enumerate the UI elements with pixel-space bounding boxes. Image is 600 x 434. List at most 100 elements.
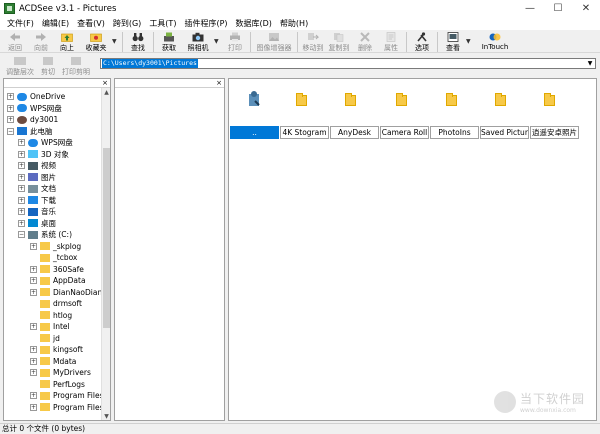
up-button[interactable]: 向上: [54, 31, 80, 53]
file-item-parent[interactable]: ..: [230, 126, 279, 139]
tree-item[interactable]: + _skplog: [30, 241, 81, 252]
tree-item[interactable]: drmsoft: [30, 298, 82, 309]
menu-go[interactable]: 跨到(G): [109, 17, 145, 30]
tree-item[interactable]: + DianNaoDian: [30, 287, 102, 298]
properties-button[interactable]: 属性: [378, 31, 404, 53]
parent-folder-thumbnail[interactable]: [246, 89, 262, 107]
preview-panel-close-icon[interactable]: ×: [216, 79, 222, 87]
file-item[interactable]: Camera Roll: [380, 126, 429, 139]
folder-thumbnail[interactable]: [493, 89, 509, 107]
tree-expand-toggle-icon[interactable]: [30, 254, 37, 261]
menu-file[interactable]: 文件(F): [3, 17, 38, 30]
tree-expand-toggle-icon[interactable]: +: [30, 403, 37, 411]
close-button[interactable]: ✕: [572, 0, 600, 17]
tree-item[interactable]: PerfLogs: [30, 379, 85, 390]
tree-expand-toggle-icon[interactable]: [30, 300, 37, 307]
menu-tools[interactable]: 工具(T): [145, 17, 180, 30]
tree-item[interactable]: − 系统 (C:): [18, 229, 72, 240]
camera-dropdown-icon[interactable]: ▼: [214, 31, 222, 45]
tree-item[interactable]: + dy3001: [7, 114, 58, 125]
file-item[interactable]: AnyDesk: [330, 126, 379, 139]
view-button[interactable]: 查看: [440, 31, 466, 53]
tree-expand-toggle-icon[interactable]: +: [30, 323, 37, 330]
tree-item[interactable]: + Program Files (: [30, 402, 109, 413]
adjust-order-button[interactable]: 调整层次: [6, 56, 34, 77]
options-button[interactable]: 选项: [409, 31, 435, 53]
tree-expand-toggle-icon[interactable]: +: [7, 116, 14, 123]
tree-item[interactable]: − 此电脑: [7, 126, 53, 137]
minimize-button[interactable]: —: [516, 0, 544, 17]
tree-expand-toggle-icon[interactable]: +: [18, 185, 25, 192]
menu-database[interactable]: 数据库(D): [232, 17, 276, 30]
tree-item[interactable]: + AppData: [30, 275, 86, 286]
folder-thumbnail[interactable]: [294, 89, 310, 107]
copy-to-button[interactable]: 复制到: [326, 31, 352, 53]
menu-plugins[interactable]: 插件程序(P): [180, 17, 231, 30]
tree-panel-close-icon[interactable]: ×: [102, 79, 108, 87]
tree-expand-toggle-icon[interactable]: +: [30, 288, 37, 296]
tree-item[interactable]: + Program Files: [30, 390, 104, 401]
tree-expand-toggle-icon[interactable]: [30, 335, 37, 342]
tree-item[interactable]: + 文档: [18, 183, 56, 194]
tree-expand-toggle-icon[interactable]: +: [7, 93, 14, 100]
file-item[interactable]: 逍遥安卓照片: [530, 126, 579, 139]
tree-item[interactable]: htlog: [30, 310, 72, 321]
tree-expand-toggle-icon[interactable]: +: [30, 357, 37, 365]
tree-scrollbar-thumb[interactable]: [103, 148, 110, 328]
address-path[interactable]: C:\Users\dy3001\Pictures: [102, 59, 198, 68]
file-item[interactable]: PhotoIns: [430, 126, 479, 139]
back-button[interactable]: 返回: [2, 31, 28, 53]
scroll-down-arrow-icon[interactable]: ▼: [102, 412, 110, 420]
tree-expand-toggle-icon[interactable]: −: [18, 231, 25, 238]
print-preview-button[interactable]: 打印剪明: [62, 56, 90, 77]
acquire-button[interactable]: 获取: [156, 31, 182, 53]
tree-item[interactable]: + 下载: [18, 195, 56, 206]
tree-expand-toggle-icon[interactable]: +: [30, 392, 37, 399]
maximize-button[interactable]: ☐: [544, 0, 572, 17]
menu-view[interactable]: 查看(V): [73, 17, 109, 30]
tree-item[interactable]: +3D 对象: [18, 149, 69, 160]
menu-help[interactable]: 帮助(H): [276, 17, 312, 30]
tree-item[interactable]: + kingsoft: [30, 344, 83, 355]
tree-expand-toggle-icon[interactable]: +: [7, 104, 14, 112]
scroll-up-arrow-icon[interactable]: ▲: [102, 88, 110, 97]
tree-item[interactable]: + 图片: [18, 172, 56, 183]
tree-expand-toggle-icon[interactable]: +: [18, 162, 25, 169]
intouch-button[interactable]: InTouch: [474, 31, 516, 53]
folder-thumbnail[interactable]: [394, 89, 410, 107]
forward-button[interactable]: 向前: [28, 31, 54, 53]
tree-expand-toggle-icon[interactable]: +: [30, 265, 37, 273]
tree-item[interactable]: jd: [30, 333, 60, 344]
cut-button[interactable]: 剪切: [41, 56, 55, 77]
tree-expand-toggle-icon[interactable]: +: [18, 139, 25, 146]
print-button[interactable]: 打印: [222, 31, 248, 53]
tree-expand-toggle-icon[interactable]: +: [18, 150, 25, 158]
file-item[interactable]: Saved Pictur...: [480, 126, 529, 139]
tree-expand-toggle-icon[interactable]: [30, 312, 37, 319]
tree-item[interactable]: + MyDrivers: [30, 367, 91, 378]
tree-item[interactable]: + 音乐: [18, 206, 56, 217]
tree-item[interactable]: + Intel: [30, 321, 70, 332]
tree-item[interactable]: _tcbox: [30, 252, 77, 263]
tree-expand-toggle-icon[interactable]: +: [18, 208, 25, 215]
camera-button[interactable]: 照相机: [182, 31, 214, 53]
tree-expand-toggle-icon[interactable]: +: [30, 369, 37, 376]
tree-item[interactable]: + WPS网盘: [7, 103, 62, 114]
tree-scrollbar[interactable]: ▲ ▼: [101, 88, 110, 420]
tree-expand-toggle-icon[interactable]: +: [18, 196, 25, 204]
folder-thumbnail[interactable]: [343, 89, 359, 107]
find-button[interactable]: 查找: [125, 31, 151, 53]
menu-edit[interactable]: 编辑(E): [38, 17, 73, 30]
move-to-button[interactable]: 移动到: [300, 31, 326, 53]
tree-item[interactable]: + 视频: [18, 160, 56, 171]
tree-expand-toggle-icon[interactable]: −: [7, 127, 14, 135]
folder-thumbnail[interactable]: [444, 89, 460, 107]
tree-expand-toggle-icon[interactable]: +: [30, 277, 37, 284]
tree-expand-toggle-icon[interactable]: [30, 381, 37, 388]
address-dropdown-icon[interactable]: ▼: [586, 60, 594, 67]
favorites-button[interactable]: 收藏夹: [80, 31, 112, 53]
tree-item[interactable]: +360Safe: [30, 264, 84, 275]
tree-expand-toggle-icon[interactable]: +: [30, 242, 37, 250]
tree-item[interactable]: + Mdata: [30, 356, 76, 367]
delete-button[interactable]: 删除: [352, 31, 378, 53]
